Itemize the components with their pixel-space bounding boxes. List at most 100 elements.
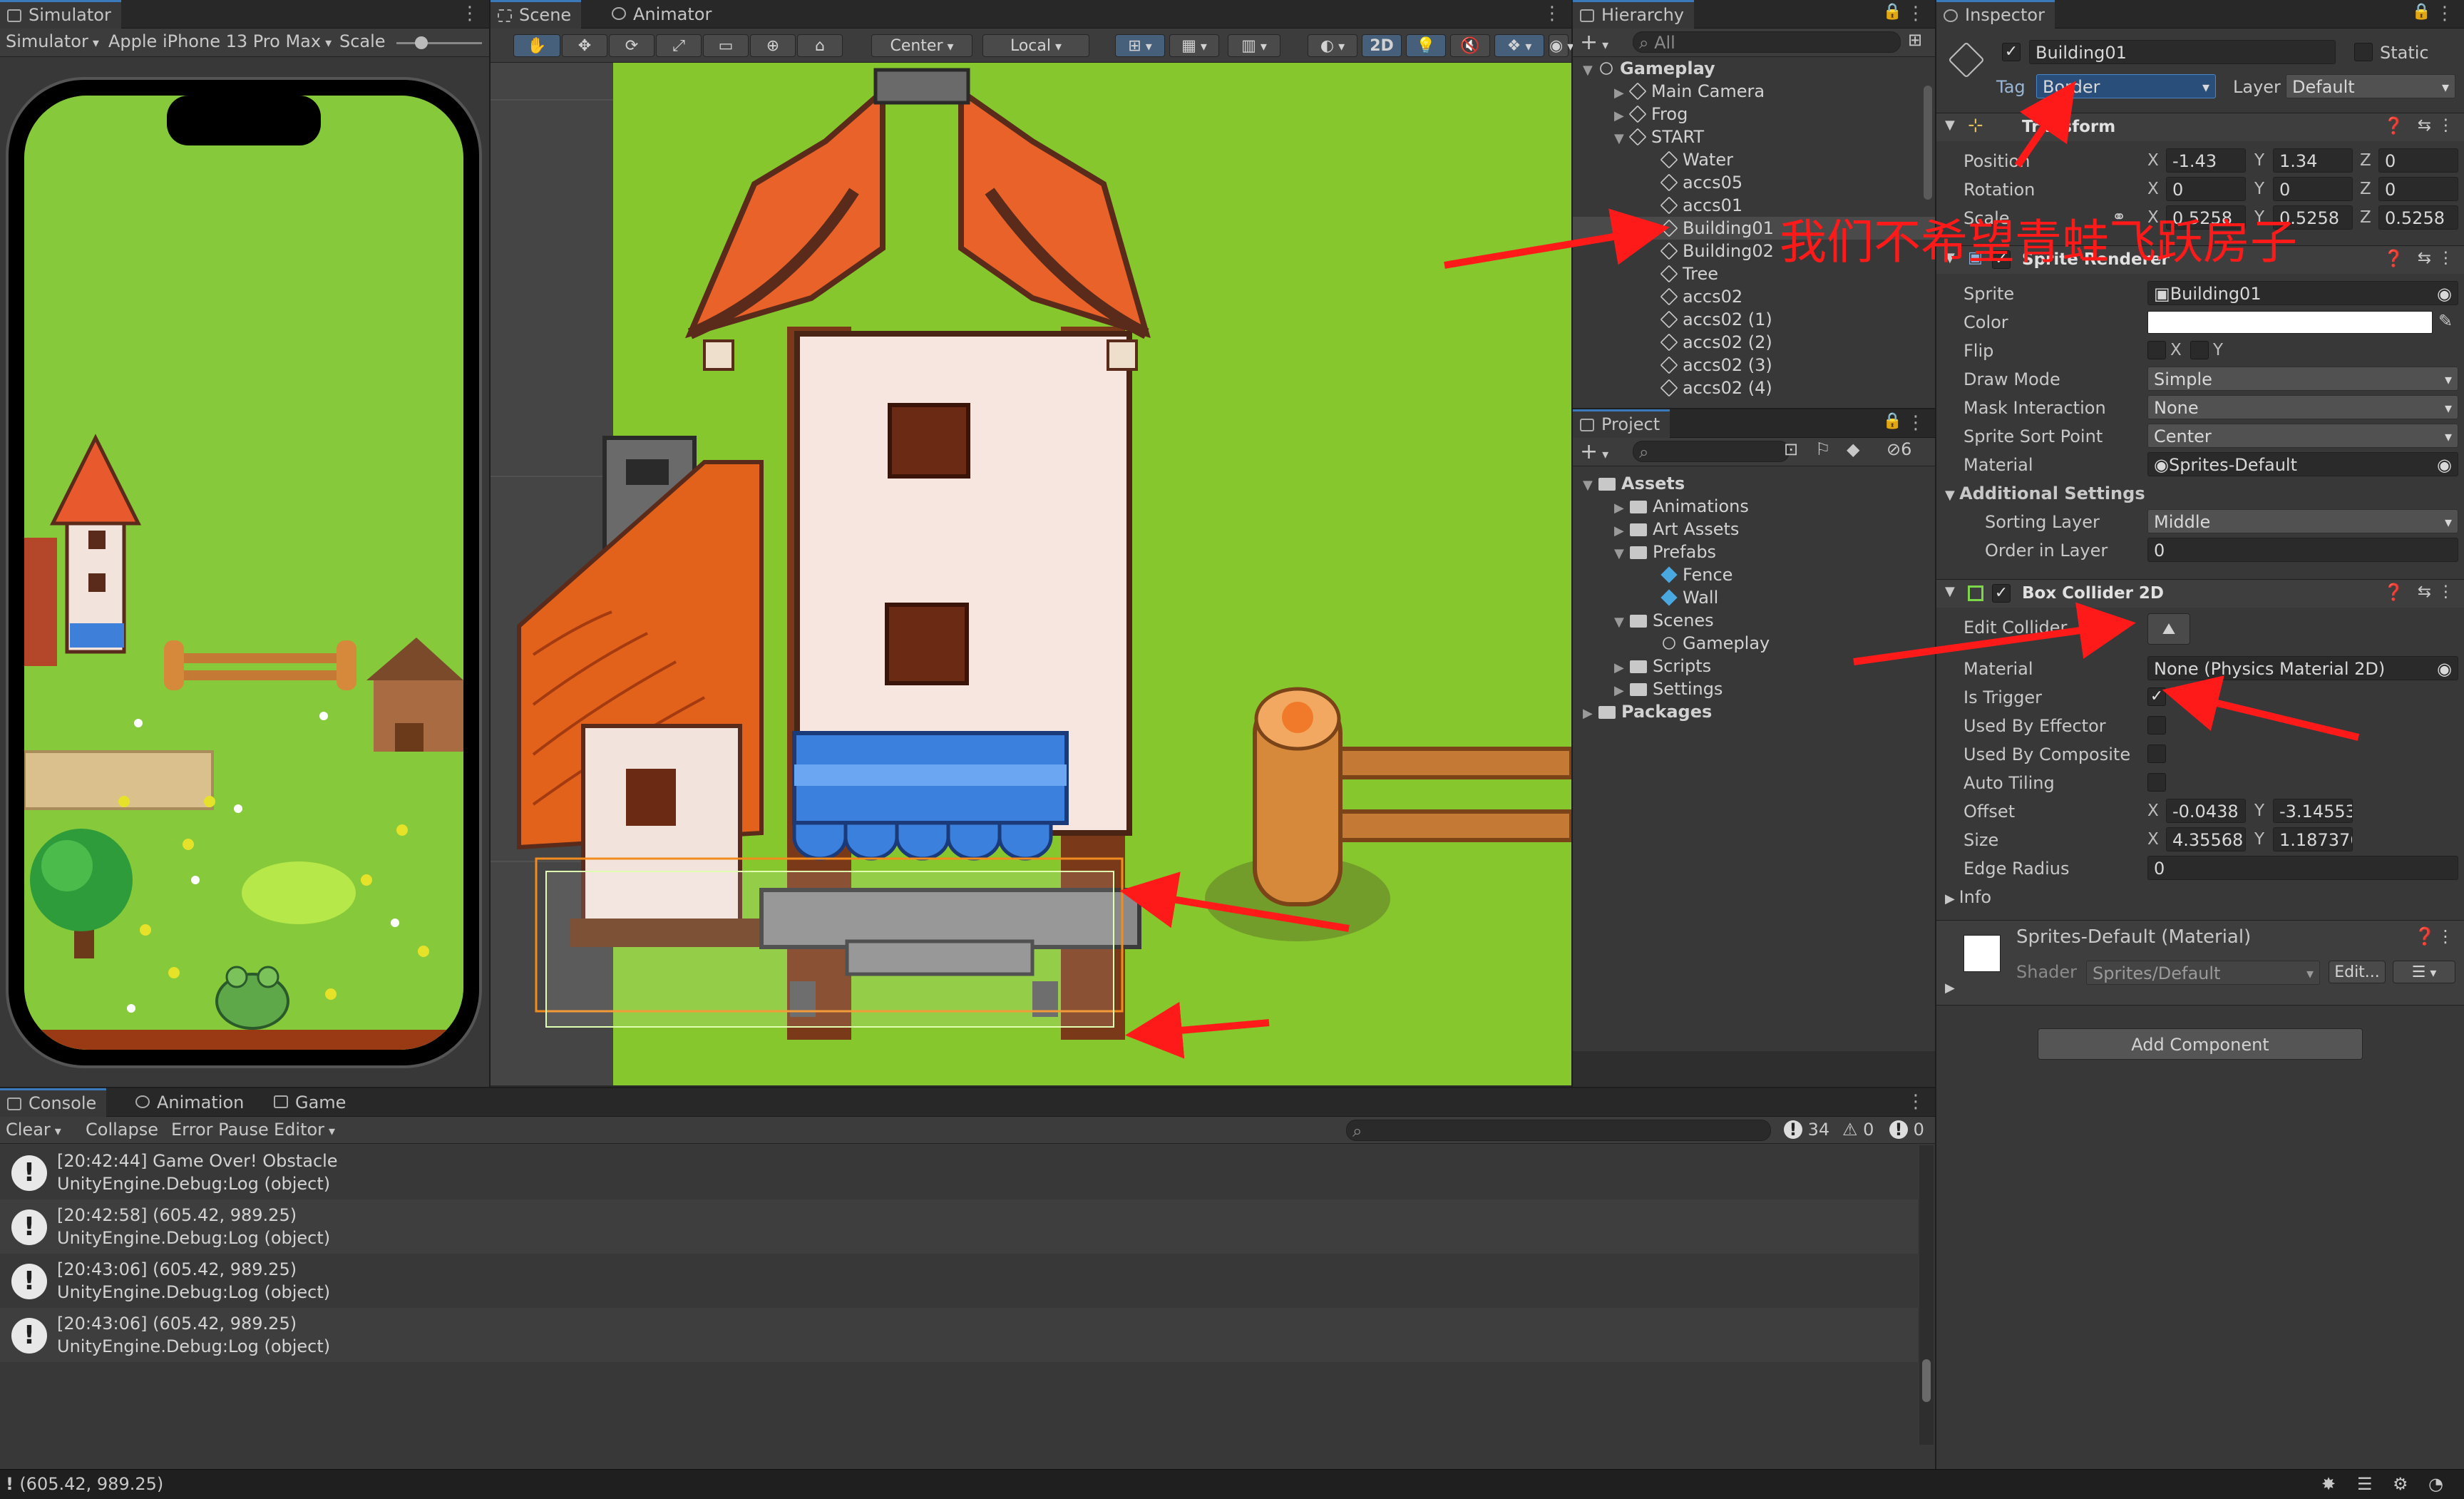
info-count-toggle[interactable]: ! 34 <box>1784 1120 1829 1140</box>
editor-dropdown[interactable]: Editor <box>274 1120 335 1140</box>
hierarchy-scrollbar[interactable] <box>1924 86 1932 200</box>
scale-slider[interactable] <box>396 36 482 49</box>
console-log-row[interactable]: ! [20:43:06] (605.42, 989.25) UnityEngine.… <box>0 1254 1918 1308</box>
rotation-x-field[interactable]: 0 <box>2166 177 2246 201</box>
flip-y-checkbox[interactable] <box>2190 341 2209 359</box>
foldout-arrow-icon[interactable]: ▼ <box>1945 118 1955 133</box>
tab-hierarchy[interactable]: Hierarchy <box>1573 0 1695 29</box>
status-message[interactable]: ! (605.42, 989.25) <box>6 1474 163 1494</box>
foldout-arrow-icon[interactable]: ▼ <box>1614 128 1630 150</box>
project-create-button[interactable]: + <box>1580 439 1608 464</box>
object-picker-icon[interactable]: ◉ <box>2437 657 2452 680</box>
tab-game[interactable]: Game <box>267 1088 356 1117</box>
tab-console[interactable]: Console <box>0 1088 107 1117</box>
move-tool-button[interactable]: ✥ <box>562 34 607 57</box>
hierarchy-item[interactable]: accs02 (1) <box>1573 308 1935 331</box>
project-search-input[interactable]: ⌕ <box>1633 441 1790 462</box>
effects-dropdown[interactable]: ❖ <box>1494 34 1544 57</box>
used-by-effector-checkbox[interactable] <box>2147 716 2166 735</box>
hand-tool-button[interactable]: ✋ <box>513 34 560 57</box>
space-dropdown[interactable]: Local <box>982 34 1089 57</box>
2d-toggle-button[interactable]: 2D <box>1362 34 1402 57</box>
project-item[interactable]: ▶ Settings <box>1573 677 1935 700</box>
hierarchy-item[interactable]: ▶ Main Camera <box>1573 80 1935 103</box>
more-menu-icon[interactable]: ⋮ <box>1906 3 1925 24</box>
shortcuts-icon[interactable]: ⚙ <box>2393 1474 2408 1494</box>
foldout-arrow-icon[interactable]: ▼ <box>1583 474 1598 497</box>
help-icon[interactable]: ❓ <box>2383 583 2404 602</box>
create-button[interactable]: + <box>1580 30 1608 55</box>
foldout-arrow-icon[interactable]: ▶ <box>1614 680 1630 702</box>
more-menu-icon[interactable]: ⋮ <box>1543 3 1561 24</box>
mask-interaction-dropdown[interactable]: None <box>2147 395 2458 419</box>
hierarchy-item[interactable]: accs02 <box>1573 285 1935 308</box>
gizmos-dropdown[interactable]: ◉ <box>1549 34 1569 57</box>
phone-screen[interactable] <box>24 96 463 1050</box>
rotation-y-field[interactable]: 0 <box>2273 177 2353 201</box>
error-count-toggle[interactable]: ! 0 <box>1889 1120 1924 1140</box>
hierarchy-item[interactable]: ▶ Frog <box>1573 103 1935 126</box>
collapse-button[interactable]: Collapse <box>86 1120 158 1140</box>
project-item[interactable]: ▶ Scripts <box>1573 655 1935 677</box>
search-by-type-icon[interactable]: ⊡ <box>1784 439 1798 459</box>
active-checkbox[interactable]: ✓ <box>2002 43 2021 61</box>
sprite-field[interactable]: ▣Building01 ◉ <box>2147 281 2458 305</box>
is-trigger-checkbox[interactable]: ✓ <box>2147 687 2166 706</box>
foldout-arrow-icon[interactable]: ▼ <box>1614 611 1630 634</box>
draw-mode-dropdown[interactable]: Simple <box>2147 367 2458 391</box>
box-collider-enabled-checkbox[interactable]: ✓ <box>1992 584 2011 603</box>
rect-tool-button[interactable]: ▭ <box>703 34 749 57</box>
console-search-input[interactable]: ⌕ <box>1346 1120 1771 1141</box>
edit-collider-button[interactable]: ⛰ <box>2147 613 2190 645</box>
component-menu-icon[interactable]: ⋮ <box>2438 116 2454 135</box>
flip-x-checkbox[interactable] <box>2147 341 2166 359</box>
static-checkbox[interactable] <box>2354 43 2373 61</box>
position-y-field[interactable]: 1.34 <box>2273 148 2353 173</box>
hierarchy-item[interactable]: accs02 (3) <box>1573 354 1935 377</box>
hierarchy-item[interactable]: accs05 <box>1573 171 1935 194</box>
eyedropper-icon[interactable]: ✎ <box>2438 311 2453 331</box>
hierarchy-item[interactable]: accs02 (4) <box>1573 377 1935 399</box>
sorting-layer-dropdown[interactable]: Middle <box>2147 509 2458 533</box>
tab-inspector[interactable]: Inspector <box>1936 0 2055 29</box>
sprite-sort-point-dropdown[interactable]: Center <box>2147 424 2458 448</box>
snap-dropdown[interactable]: ⊞ <box>1115 34 1165 57</box>
edit-shader-button[interactable]: Edit... <box>2329 961 2386 983</box>
pivot-dropdown[interactable]: Center <box>871 34 972 57</box>
simulator-mode-dropdown[interactable]: Simulator <box>6 31 99 51</box>
error-pause-button[interactable]: Error Pause <box>171 1120 269 1140</box>
more-menu-icon[interactable]: ⋮ <box>2435 3 2454 24</box>
foldout-arrow-icon[interactable]: ▶ <box>1614 105 1630 128</box>
scene-visibility-icon[interactable]: ⊞ <box>1908 30 1922 50</box>
color-swatch[interactable] <box>2147 311 2433 334</box>
more-menu-icon[interactable]: ⋮ <box>1906 1091 1925 1112</box>
foldout-arrow-icon[interactable]: ▶ <box>1614 520 1630 543</box>
foldout-arrow-icon[interactable]: ▶ <box>1583 702 1598 725</box>
object-name-field[interactable]: Building01 <box>2029 40 2336 64</box>
project-item[interactable]: Wall <box>1573 586 1935 609</box>
console-scrollbar[interactable] <box>1919 1145 1934 1445</box>
sr-material-field[interactable]: ◉Sprites-Default ◉ <box>2147 452 2458 476</box>
auto-tiling-checkbox[interactable] <box>2147 773 2166 792</box>
tab-animator[interactable]: Animator <box>605 0 722 29</box>
transform-tool-button[interactable]: ⊕ <box>750 34 796 57</box>
add-component-button[interactable]: Add Component <box>2038 1028 2363 1060</box>
project-item[interactable]: ▶ Packages <box>1573 700 1935 723</box>
shader-dropdown[interactable]: Sprites/Default <box>2086 961 2320 985</box>
rotate-tool-button[interactable]: ⟳ <box>609 34 654 57</box>
hierarchy-item[interactable]: ▼ START <box>1573 126 1935 148</box>
draw-mode-dropdown[interactable]: ◐ <box>1308 34 1357 57</box>
component-menu-icon[interactable]: ⋮ <box>2437 926 2454 946</box>
tab-animation[interactable]: Animation <box>128 1088 254 1117</box>
transform-header[interactable]: ▼ ⊹ Transform ❓ ⇆ ⋮ <box>1936 113 2464 141</box>
scale-tool-button[interactable]: ⤢ <box>656 34 702 57</box>
console-log-row[interactable]: ! [20:42:44] Game Over! Obstacle UnityEngi… <box>0 1145 1918 1199</box>
search-by-label-icon[interactable]: ⚐ <box>1815 439 1831 459</box>
offset-x-field[interactable]: -0.0438 <box>2166 799 2246 823</box>
hierarchy-item[interactable]: accs02 (2) <box>1573 331 1935 354</box>
object-picker-icon[interactable]: ◉ <box>2437 453 2452 476</box>
project-item[interactable]: Gameplay <box>1573 632 1935 655</box>
size-y-field[interactable]: 1.187376 <box>2273 827 2353 851</box>
info-foldout[interactable]: ▶ Info <box>1945 887 1991 907</box>
hierarchy-search-input[interactable]: ⌕ All <box>1633 31 1901 53</box>
